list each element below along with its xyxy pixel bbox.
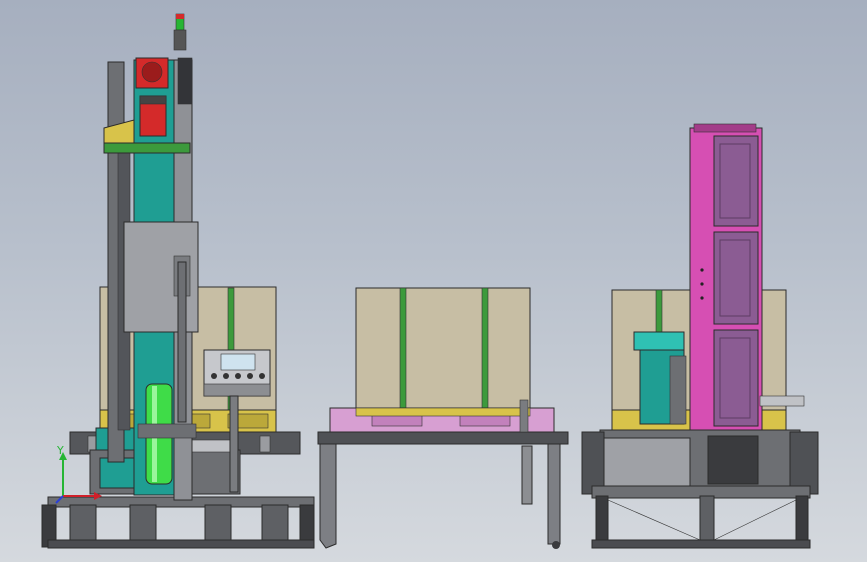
station-conveyor-table[interactable] bbox=[317, 287, 569, 549]
conveyor-top-middle bbox=[317, 431, 569, 445]
station-strapping-machine[interactable] bbox=[581, 123, 819, 549]
panel-button[interactable] bbox=[247, 373, 253, 379]
panel-button[interactable] bbox=[211, 373, 217, 379]
panel-button[interactable] bbox=[223, 373, 229, 379]
station-stretch-wrapper[interactable] bbox=[41, 13, 315, 549]
panel-button[interactable] bbox=[235, 373, 241, 379]
arch-panel-3 bbox=[713, 329, 759, 427]
arch-panel-1 bbox=[713, 135, 759, 227]
hmi-display[interactable] bbox=[220, 353, 256, 371]
panel-button[interactable] bbox=[259, 373, 265, 379]
arch-panel-2 bbox=[713, 231, 759, 325]
cad-viewport[interactable]: Y bbox=[0, 0, 867, 562]
box-middle bbox=[355, 287, 531, 415]
assembly-drawing: Y bbox=[41, 13, 819, 549]
axis-y-label: Y bbox=[56, 444, 64, 457]
